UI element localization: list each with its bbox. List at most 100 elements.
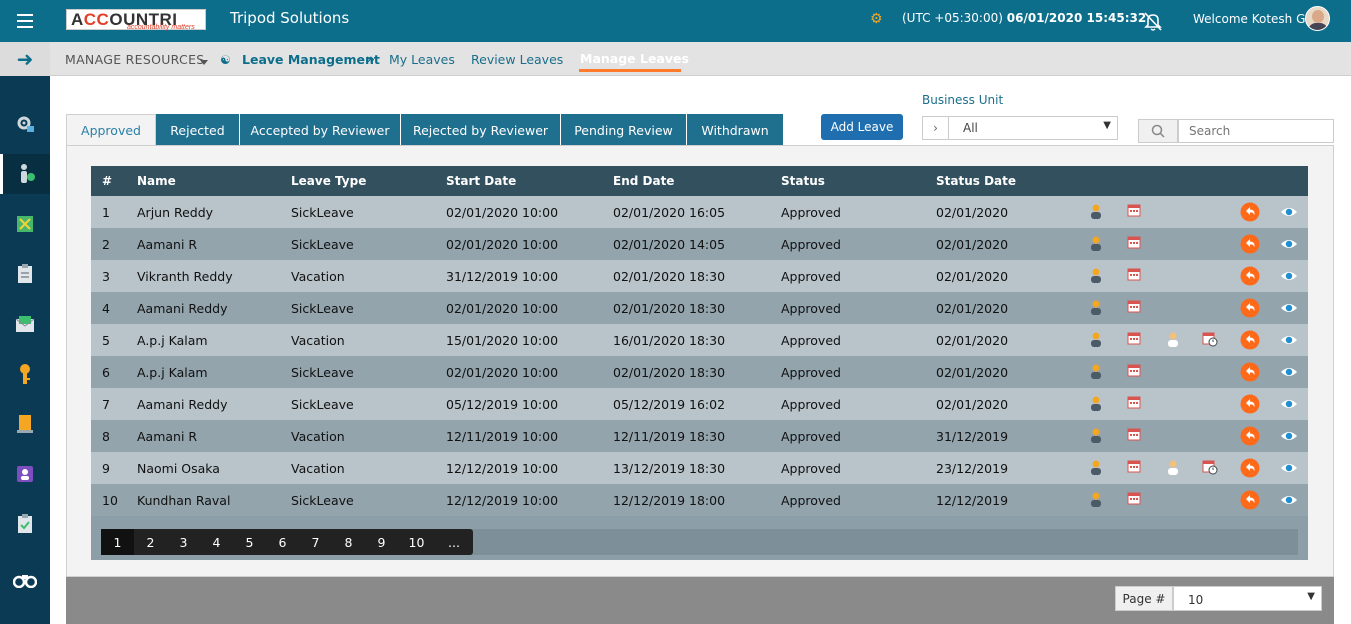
page-button[interactable]: 7 bbox=[299, 529, 332, 555]
view-eye-icon[interactable] bbox=[1280, 206, 1298, 218]
calendar-icon[interactable] bbox=[1127, 395, 1144, 412]
sidebar-item-building[interactable] bbox=[0, 404, 50, 444]
double-chevron-icon: » bbox=[366, 50, 376, 68]
tab-accepted-by-reviewer[interactable]: Accepted by Reviewer bbox=[240, 114, 401, 146]
view-eye-icon[interactable] bbox=[1280, 302, 1298, 314]
page-button[interactable]: 1 bbox=[101, 529, 134, 555]
calendar-icon[interactable] bbox=[1127, 235, 1144, 252]
sidebar-item-clipboard[interactable] bbox=[0, 254, 50, 294]
page-button[interactable]: 2 bbox=[134, 529, 167, 555]
employee-icon[interactable] bbox=[1088, 395, 1105, 412]
view-eye-icon[interactable] bbox=[1280, 462, 1298, 474]
row-num: 1 bbox=[102, 205, 110, 220]
calendar-icon[interactable] bbox=[1127, 459, 1144, 476]
view-eye-icon[interactable] bbox=[1280, 366, 1298, 378]
chevron-right-icon[interactable]: › bbox=[923, 117, 949, 139]
sidebar-item-resources[interactable] bbox=[0, 154, 50, 194]
employee-icon[interactable] bbox=[1088, 427, 1105, 444]
page-button[interactable]: 8 bbox=[332, 529, 365, 555]
view-eye-icon[interactable] bbox=[1280, 334, 1298, 346]
settings-gear-icon[interactable]: ⚙ bbox=[870, 11, 883, 27]
nav-review-leaves[interactable]: Review Leaves bbox=[471, 52, 563, 67]
calendar-icon[interactable] bbox=[1127, 491, 1144, 508]
employee-icon[interactable] bbox=[1088, 331, 1105, 348]
tab-approved[interactable]: Approved bbox=[66, 114, 156, 146]
sidebar-item-binoculars[interactable] bbox=[0, 560, 50, 600]
header-status-date[interactable]: Status Date bbox=[936, 174, 1016, 188]
sidebar-item-settings[interactable] bbox=[0, 104, 50, 144]
calendar-icon[interactable] bbox=[1127, 363, 1144, 380]
calendar-clock-icon[interactable] bbox=[1202, 331, 1219, 348]
tab-rejected[interactable]: Rejected bbox=[156, 114, 240, 146]
calendar-icon[interactable] bbox=[1127, 331, 1144, 348]
page-size-select[interactable]: 10 ▼ bbox=[1173, 586, 1322, 611]
page-button[interactable]: 9 bbox=[365, 529, 398, 555]
business-unit-select[interactable]: › All ▼ bbox=[922, 116, 1118, 140]
sidebar-item-idcard[interactable] bbox=[0, 454, 50, 494]
employee-icon[interactable] bbox=[1088, 203, 1105, 220]
undo-icon[interactable] bbox=[1240, 234, 1260, 254]
user-avatar[interactable] bbox=[1305, 6, 1330, 31]
view-eye-icon[interactable] bbox=[1280, 494, 1298, 506]
page-button[interactable]: 3 bbox=[167, 529, 200, 555]
accountri-logo[interactable]: ACCOUNTRI accountability matters bbox=[66, 9, 206, 31]
view-eye-icon[interactable] bbox=[1280, 430, 1298, 442]
header-leave-type[interactable]: Leave Type bbox=[291, 174, 366, 188]
page-button[interactable]: 10 bbox=[398, 529, 435, 555]
undo-icon[interactable] bbox=[1240, 426, 1260, 446]
sidebar-item-puzzle[interactable] bbox=[0, 204, 50, 244]
employee-icon[interactable] bbox=[1088, 235, 1105, 252]
sidebar-item-key[interactable] bbox=[0, 354, 50, 394]
employee-icon[interactable] bbox=[1088, 267, 1105, 284]
header-name[interactable]: Name bbox=[137, 174, 176, 188]
page-button[interactable]: 5 bbox=[233, 529, 266, 555]
undo-icon[interactable] bbox=[1240, 298, 1260, 318]
search-icon[interactable] bbox=[1138, 119, 1178, 143]
row-num: 7 bbox=[102, 397, 110, 412]
nav-my-leaves[interactable]: My Leaves bbox=[389, 52, 455, 67]
employee-icon[interactable] bbox=[1088, 459, 1105, 476]
expand-arrow-icon[interactable]: ➜ bbox=[0, 42, 50, 76]
header-end-date[interactable]: End Date bbox=[613, 174, 674, 188]
employee-icon[interactable] bbox=[1088, 363, 1105, 380]
manage-resources-dropdown[interactable]: MANAGE RESOURCES bbox=[65, 52, 205, 67]
manage-resources-caret-icon[interactable] bbox=[200, 60, 208, 65]
view-eye-icon[interactable] bbox=[1280, 270, 1298, 282]
page-button[interactable]: ... bbox=[435, 529, 473, 555]
header-start-date[interactable]: Start Date bbox=[446, 174, 516, 188]
reviewer-icon[interactable] bbox=[1165, 331, 1182, 348]
page-button[interactable]: 6 bbox=[266, 529, 299, 555]
search-input[interactable] bbox=[1178, 119, 1334, 143]
breadcrumb-leave-management[interactable]: Leave Management bbox=[242, 52, 380, 67]
page-button[interactable]: 4 bbox=[200, 529, 233, 555]
view-eye-icon[interactable] bbox=[1280, 398, 1298, 410]
notifications-muted-icon[interactable] bbox=[1142, 10, 1164, 32]
employee-icon[interactable] bbox=[1088, 491, 1105, 508]
row-start-date: 12/12/2019 10:00 bbox=[446, 461, 559, 476]
undo-icon[interactable] bbox=[1240, 330, 1260, 350]
undo-icon[interactable] bbox=[1240, 490, 1260, 510]
header-status[interactable]: Status bbox=[781, 174, 825, 188]
sidebar-item-mail[interactable] bbox=[0, 304, 50, 344]
nav-manage-leaves[interactable]: Manage Leaves bbox=[580, 51, 689, 66]
tab-rejected-by-reviewer[interactable]: Rejected by Reviewer bbox=[401, 114, 561, 146]
add-leave-button[interactable]: Add Leave bbox=[821, 114, 903, 140]
undo-icon[interactable] bbox=[1240, 458, 1260, 478]
tab-withdrawn[interactable]: Withdrawn bbox=[687, 114, 784, 146]
calendar-clock-icon[interactable] bbox=[1202, 459, 1219, 476]
tab-pending-review[interactable]: Pending Review bbox=[561, 114, 687, 146]
reviewer-icon[interactable] bbox=[1165, 459, 1182, 476]
undo-icon[interactable] bbox=[1240, 394, 1260, 414]
undo-icon[interactable] bbox=[1240, 202, 1260, 222]
calendar-icon[interactable] bbox=[1127, 267, 1144, 284]
calendar-icon[interactable] bbox=[1127, 299, 1144, 316]
sidebar-item-checklist[interactable] bbox=[0, 504, 50, 544]
calendar-icon[interactable] bbox=[1127, 427, 1144, 444]
calendar-icon[interactable] bbox=[1127, 203, 1144, 220]
row-num: 4 bbox=[102, 301, 110, 316]
undo-icon[interactable] bbox=[1240, 266, 1260, 286]
undo-icon[interactable] bbox=[1240, 362, 1260, 382]
employee-icon[interactable] bbox=[1088, 299, 1105, 316]
hamburger-menu-icon[interactable] bbox=[0, 0, 50, 42]
view-eye-icon[interactable] bbox=[1280, 238, 1298, 250]
